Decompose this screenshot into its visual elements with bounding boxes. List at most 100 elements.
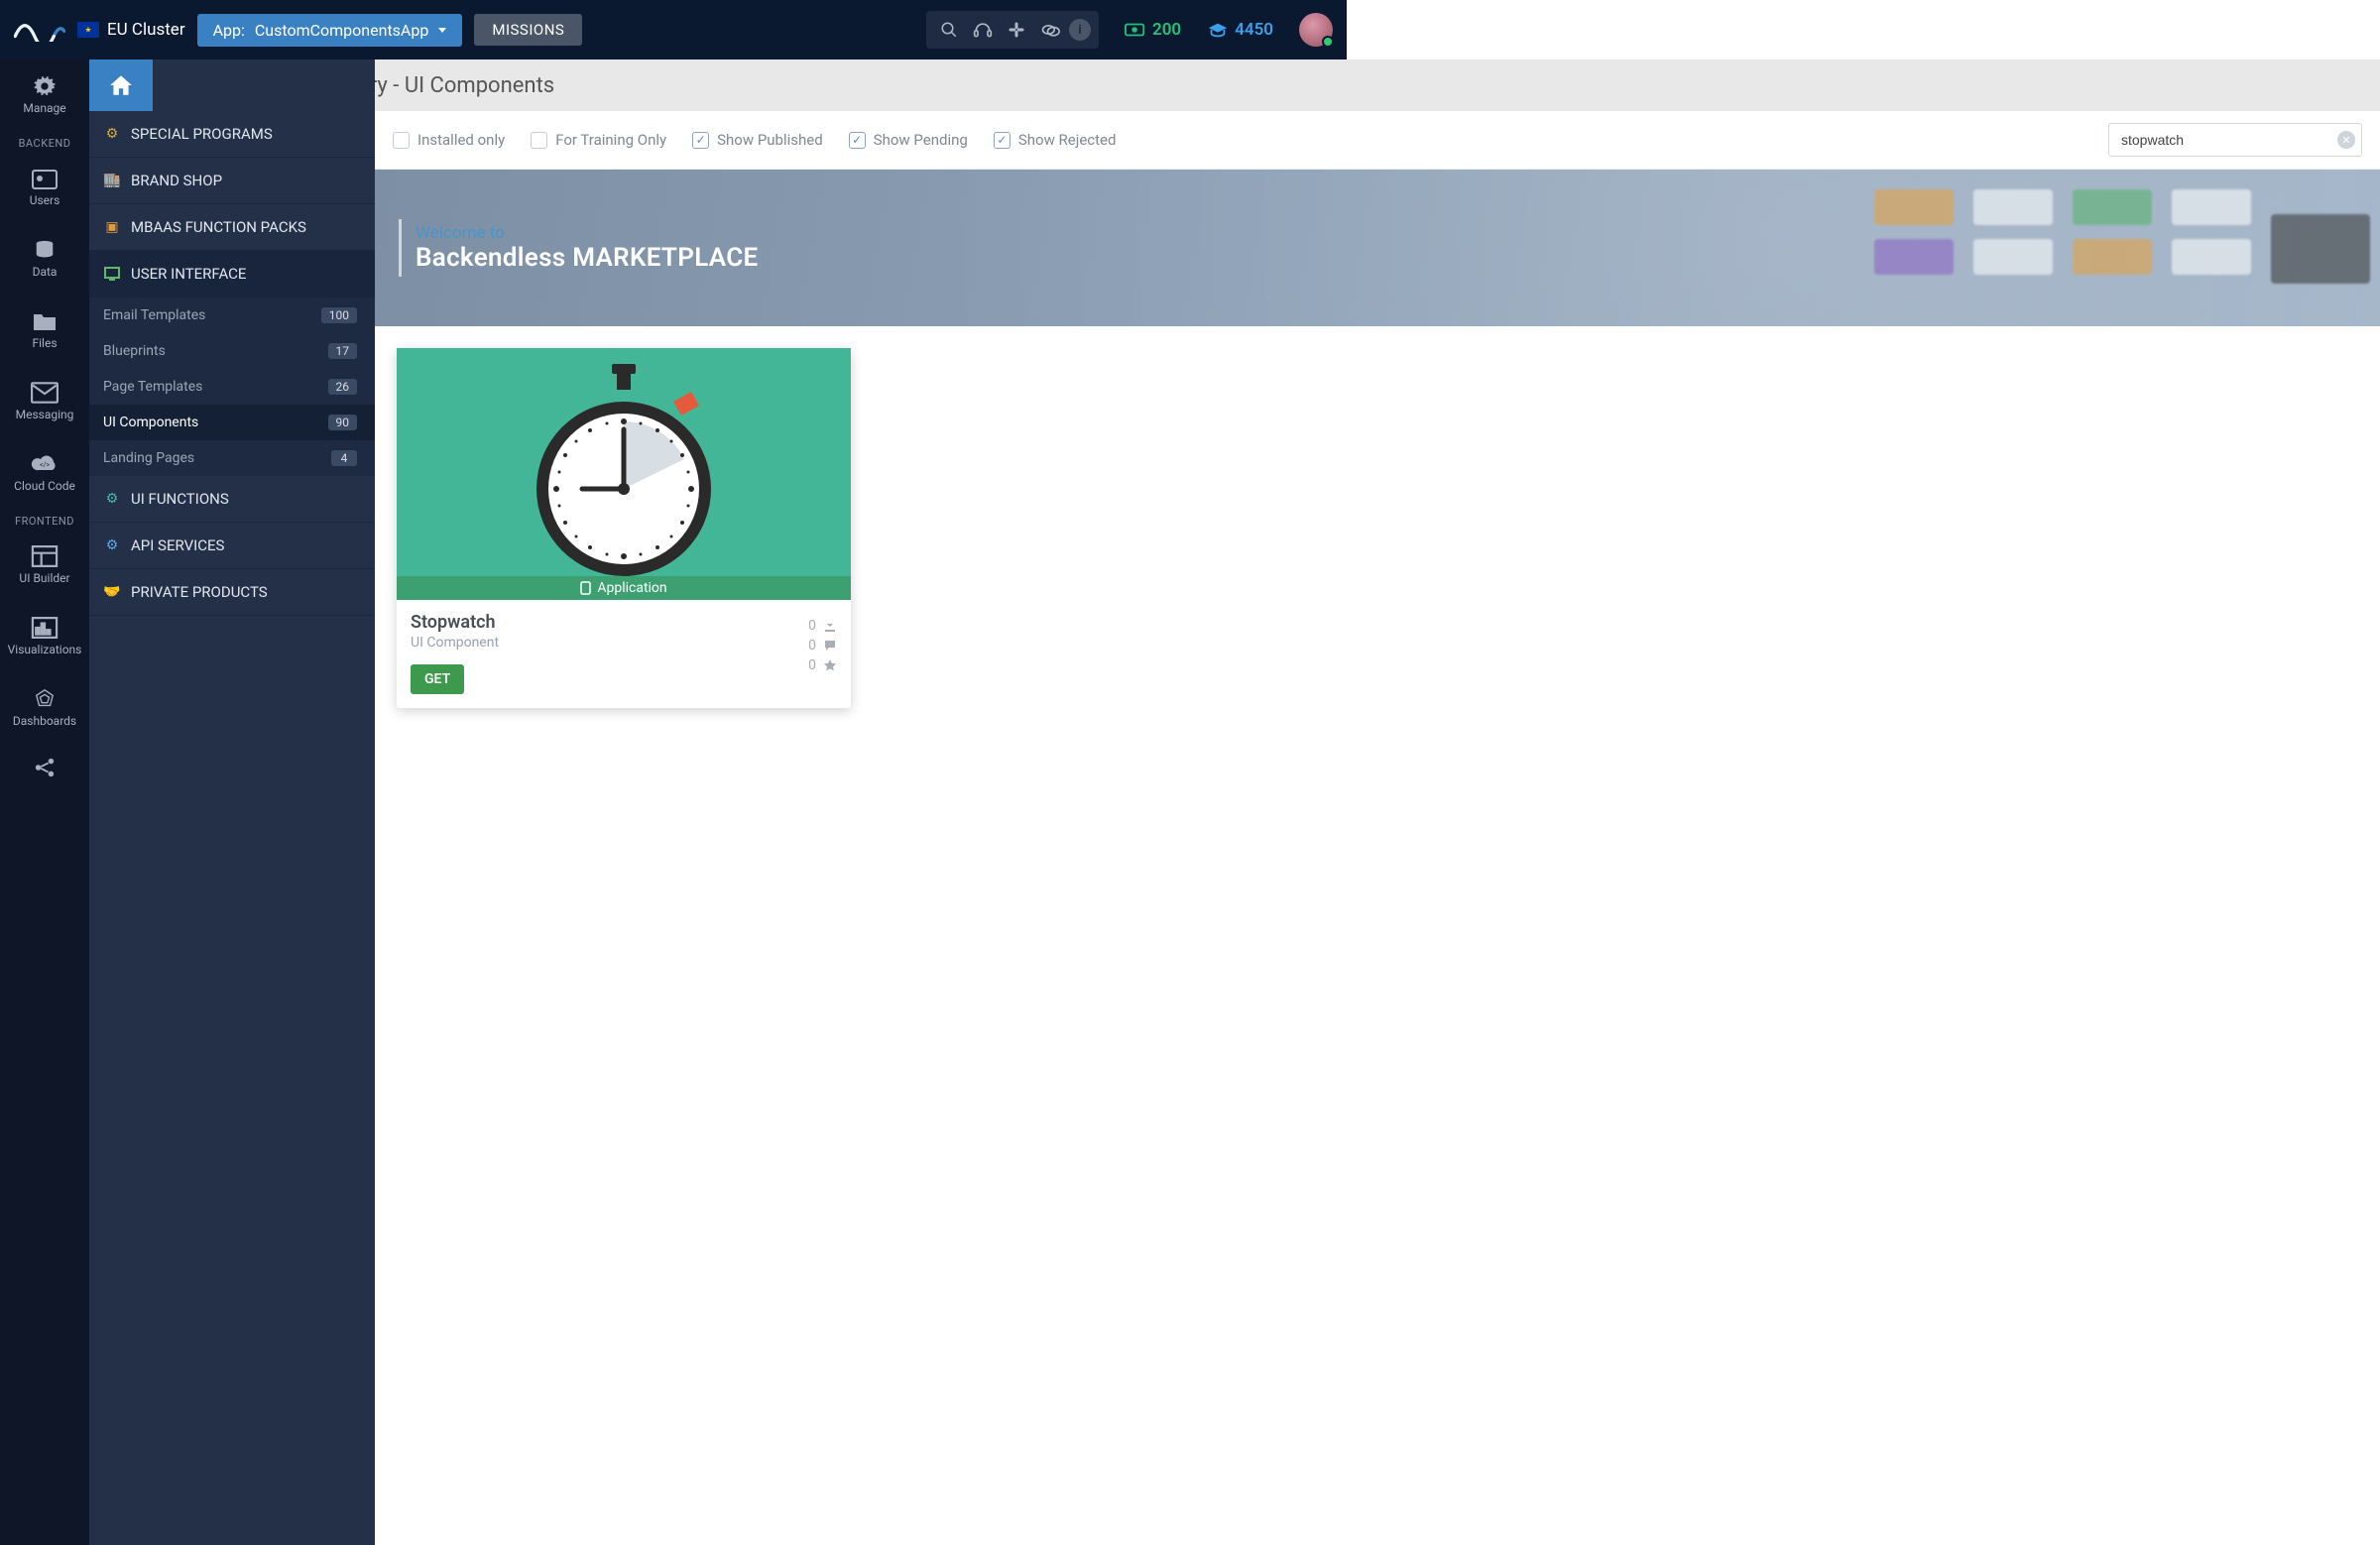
gears-icon: ⚙: [103, 490, 121, 508]
sub-count: 26: [328, 379, 358, 395]
rail-data[interactable]: Data: [0, 223, 89, 295]
downloads-count: 0: [808, 618, 816, 634]
filter-installed-only[interactable]: Installed only: [393, 131, 505, 149]
category-api-services[interactable]: ⚙ API SERVICES: [89, 523, 375, 569]
rail-visualizations[interactable]: Visualizations: [0, 601, 89, 672]
category-sidebar: ⚙ SPECIAL PROGRAMS 🏬 BRAND SHOP ▣ MBAAS …: [89, 59, 375, 1545]
rail-dashboards[interactable]: Dashboards: [0, 672, 89, 744]
chat-icon[interactable]: [1035, 15, 1065, 45]
app-selector[interactable]: App: CustomComponentsApp: [197, 14, 463, 47]
rail-label: UI Builder: [19, 571, 69, 585]
sub-count: 90: [328, 415, 358, 430]
filter-label: Show Pending: [874, 131, 968, 149]
money-icon: [1125, 21, 1146, 39]
sub-count: 4: [331, 450, 357, 466]
filter-label: Installed only: [417, 131, 505, 149]
category-special-programs[interactable]: ⚙ SPECIAL PROGRAMS: [89, 111, 375, 158]
card-subtitle: UI Component: [411, 635, 499, 651]
category-label: UI FUNCTIONS: [131, 490, 229, 508]
eu-flag-icon: [77, 22, 99, 38]
marketplace-banner: Welcome to Backendless MARKETPLACE: [375, 170, 2380, 326]
sub-label: UI Components: [103, 415, 198, 430]
get-button[interactable]: GET: [411, 664, 464, 694]
sub-ui-components[interactable]: UI Components 90: [89, 405, 375, 440]
sub-label: Page Templates: [103, 379, 202, 395]
rail-users[interactable]: Users: [0, 152, 89, 223]
gear-icon: [31, 75, 59, 97]
category-private-products[interactable]: 🤝 PRIVATE PRODUCTS: [89, 569, 375, 616]
category-user-interface[interactable]: USER INTERFACE: [89, 251, 375, 297]
rail-more[interactable]: [0, 744, 89, 791]
database-icon: [31, 239, 59, 261]
category-label: USER INTERFACE: [131, 265, 246, 283]
filter-label: For Training Only: [555, 131, 666, 149]
monitor-icon: [103, 265, 121, 283]
points-value: 4450: [1235, 20, 1273, 40]
device-icon: [580, 581, 591, 595]
banner-background-cards: [1864, 170, 2380, 326]
rail-files[interactable]: Files: [0, 295, 89, 366]
slack-icon[interactable]: [1002, 15, 1031, 45]
points-stat[interactable]: 4450: [1207, 20, 1273, 40]
credits-stat[interactable]: 200: [1125, 20, 1181, 40]
sub-count: 100: [321, 307, 357, 323]
clear-search-icon[interactable]: ✕: [2337, 131, 2355, 149]
sub-email-templates[interactable]: Email Templates 100: [89, 297, 375, 333]
sub-landing-pages[interactable]: Landing Pages 4: [89, 440, 375, 476]
package-icon: ▣: [103, 218, 121, 236]
sub-page-templates[interactable]: Page Templates 26: [89, 369, 375, 405]
rail-label: Users: [30, 193, 60, 207]
marketplace-card[interactable]: Application Stopwatch UI Component GET 0…: [397, 348, 851, 708]
graduation-cap-icon: [1207, 21, 1229, 39]
filter-show-pending[interactable]: Show Pending: [849, 131, 968, 149]
filter-label: Show Published: [717, 131, 823, 149]
filter-training-only[interactable]: For Training Only: [531, 131, 666, 149]
main-area: Installed only For Training Only Show Pu…: [375, 111, 2380, 1545]
filter-show-rejected[interactable]: Show Rejected: [994, 131, 1117, 149]
rail-label: Data: [33, 265, 58, 279]
category-label: PRIVATE PRODUCTS: [131, 583, 268, 601]
category-label: MBAAS FUNCTION PACKS: [131, 218, 306, 236]
category-mbaas[interactable]: ▣ MBAAS FUNCTION PACKS: [89, 204, 375, 251]
home-button[interactable]: [89, 59, 153, 111]
sub-blueprints[interactable]: Blueprints 17: [89, 333, 375, 369]
missions-button[interactable]: MISSIONS: [474, 14, 582, 46]
info-icon[interactable]: i: [1069, 19, 1091, 41]
search-wrap: ✕: [2108, 123, 2362, 157]
left-rail: Manage BACKEND Users Data Files Messagin…: [0, 59, 89, 1545]
cloud-code-icon: </>: [31, 453, 59, 475]
card-ribbon: Application: [397, 576, 851, 600]
ribbon-label: Application: [597, 580, 666, 596]
filter-show-published[interactable]: Show Published: [692, 131, 823, 149]
rail-label: Files: [32, 336, 57, 350]
support-icon[interactable]: [968, 15, 998, 45]
rail-ui-builder[interactable]: UI Builder: [0, 530, 89, 601]
radar-icon: [31, 688, 59, 710]
cluster-label: EU Cluster: [107, 20, 185, 40]
gears-icon: ⚙: [103, 536, 121, 554]
top-icon-tray: i: [926, 11, 1099, 49]
card-artwork: Application: [397, 348, 851, 600]
store-icon: 🏬: [103, 172, 121, 189]
cluster-selector[interactable]: EU Cluster: [77, 20, 185, 40]
sub-label: Blueprints: [103, 343, 166, 359]
rail-manage[interactable]: Manage: [0, 59, 89, 131]
sub-label: Email Templates: [103, 307, 205, 323]
category-brand-shop[interactable]: 🏬 BRAND SHOP: [89, 158, 375, 204]
sub-label: Landing Pages: [103, 450, 194, 466]
stars-count: 0: [808, 657, 816, 673]
rail-label: Messaging: [16, 408, 74, 421]
rail-cloud-code[interactable]: </> Cloud Code: [0, 437, 89, 509]
category-ui-functions[interactable]: ⚙ UI FUNCTIONS: [89, 476, 375, 523]
rail-label: Cloud Code: [14, 479, 75, 493]
search-input[interactable]: [2108, 123, 2362, 157]
chart-icon: [31, 617, 59, 639]
user-avatar[interactable]: [1299, 13, 1333, 47]
rail-messaging[interactable]: Messaging: [0, 366, 89, 437]
sub-count: 17: [328, 343, 358, 359]
rail-frontend-header: FRONTEND: [0, 509, 89, 530]
chevron-down-icon: [438, 28, 446, 33]
search-icon[interactable]: [934, 15, 964, 45]
comment-icon: [823, 639, 837, 653]
layout-icon: [31, 545, 59, 567]
